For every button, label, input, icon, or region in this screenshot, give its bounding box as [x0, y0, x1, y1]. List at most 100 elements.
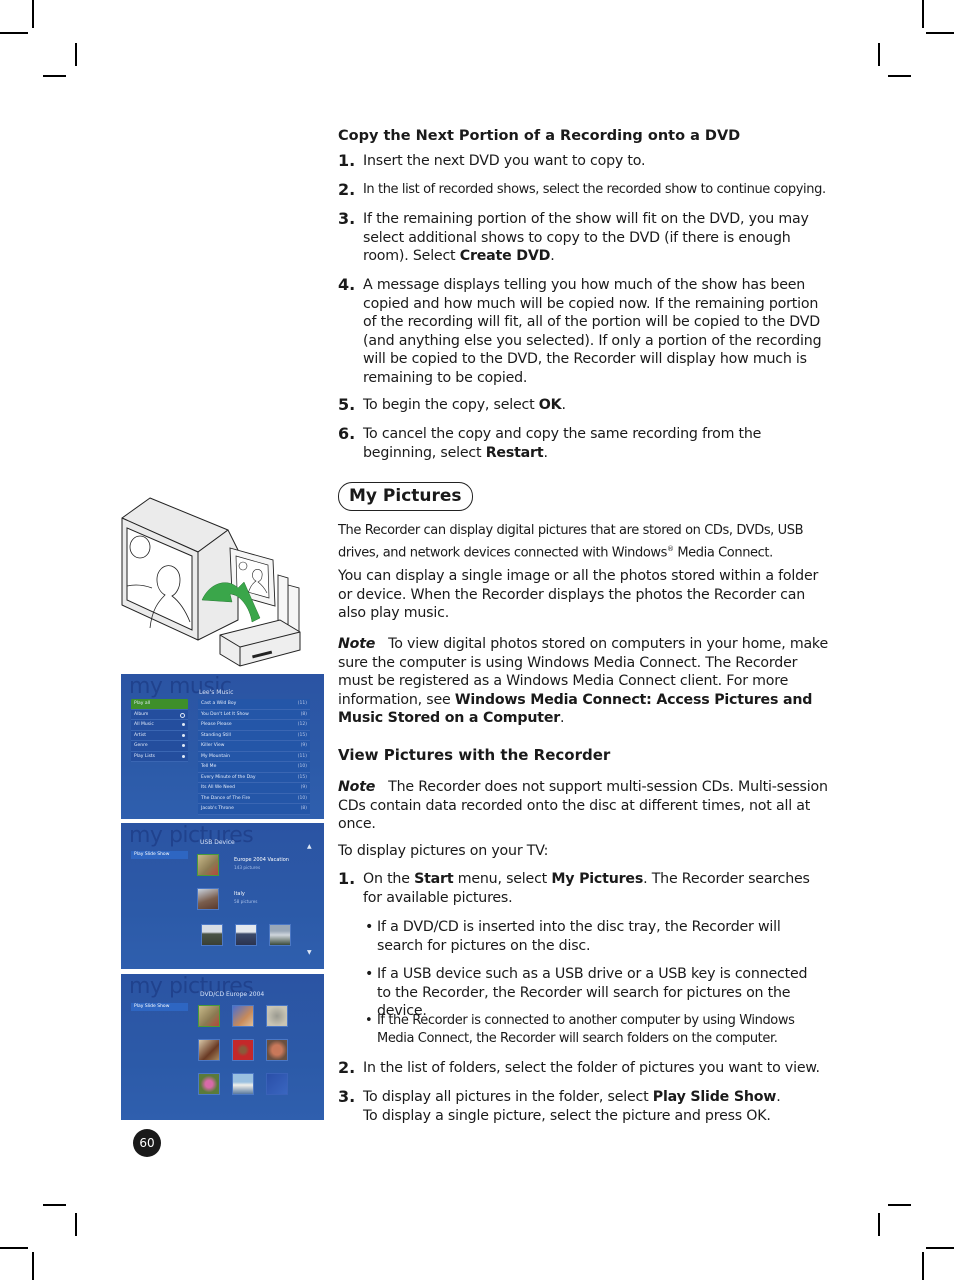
folder-thumbnail[interactable] [197, 854, 219, 876]
text-run: To cancel the copy and copy the same rec… [363, 426, 762, 461]
text-run: . [560, 710, 565, 726]
section-title-my-pictures: My Pictures [338, 482, 473, 511]
list-item[interactable]: Jacob's Throne (8) [198, 804, 310, 815]
note-label: Note [338, 779, 376, 795]
folder-thumbnail[interactable] [197, 888, 219, 910]
registered-mark: ® [667, 545, 674, 553]
folder-count: 58 pictures [234, 899, 258, 904]
photo-thumbnail[interactable] [201, 924, 223, 946]
menu-item-play-lists[interactable]: Play Lists [131, 751, 188, 762]
crop-mark [878, 43, 880, 66]
photo-thumbnail[interactable] [232, 1039, 254, 1061]
song-title: My Mountain [201, 753, 230, 759]
bullet-text: If a DVD/CD is inserted into the disc tr… [377, 919, 781, 954]
menu-item-genre[interactable]: Genre [131, 741, 188, 752]
crop-mark [878, 1213, 880, 1236]
song-title: Jacob's Throne [201, 806, 234, 811]
menu-item-artist[interactable]: Artist [131, 730, 188, 741]
text-run: Media Connect. [673, 545, 773, 561]
bullet-item: • If a DVD/CD is inserted into the disc t… [365, 918, 825, 955]
text-run: . [550, 248, 555, 264]
list-item[interactable]: Killer View (9) [198, 741, 310, 752]
step-text: In the list of folders, select the folde… [363, 1060, 820, 1076]
song-count: (11) [297, 753, 307, 759]
song-count: (9) [300, 785, 307, 790]
song-title: Standing Still [201, 732, 231, 738]
song-title: Its All We Need [201, 785, 236, 790]
step-number: 6. [338, 424, 356, 443]
recorder-box [219, 619, 301, 667]
photo-thumbnail[interactable] [235, 924, 257, 946]
photo-thumbnail[interactable] [266, 1039, 288, 1061]
text-run: . [543, 444, 548, 461]
list-item[interactable]: Standing Still (15) [198, 730, 310, 741]
step-text: A message displays telling you how much … [363, 277, 822, 386]
step-number: 5. [338, 395, 356, 414]
list-item[interactable]: You Don't Let It Show (8) [198, 709, 310, 720]
intro-paragraph: The Recorder can display digital picture… [338, 522, 828, 562]
note-wmc: Note To view digital photos stored on co… [338, 635, 828, 728]
text-run: On the [363, 871, 415, 887]
step-number: 3. [338, 1087, 356, 1106]
list-item[interactable]: Please Please (12) [198, 720, 310, 731]
list-item[interactable]: Tell Me (10) [198, 762, 310, 773]
play-slide-show-button[interactable]: Play Slide Show [131, 851, 188, 859]
menu-item-album[interactable]: Album [131, 709, 188, 720]
radio-icon [182, 744, 185, 747]
bullet-text: If the Recorder is connected to another … [377, 1013, 795, 1046]
crop-mark [926, 32, 954, 34]
photo-thumbnail[interactable] [198, 1039, 220, 1061]
text-run: To display all pictures in the folder, s… [363, 1089, 653, 1105]
song-count: (12) [297, 722, 307, 727]
step-text: In the list of recorded shows, select th… [363, 182, 826, 197]
lead-sentence: To display pictures on your TV: [338, 843, 549, 859]
song-count: (15) [297, 774, 307, 780]
bullet-item: • If the Recorder is connected to another… [365, 1012, 825, 1048]
scroll-down-icon[interactable]: ▼ [307, 949, 312, 956]
menu-item-play-all[interactable]: Play all [131, 699, 188, 710]
crop-mark [32, 1252, 34, 1280]
subheading-view-pictures: View Pictures with the Recorder [338, 746, 611, 764]
crop-mark [0, 32, 28, 34]
play-slide-show-button[interactable]: Play Slide Show [131, 1003, 188, 1011]
menu-item-all-music[interactable]: All Music [131, 720, 188, 731]
ui-term: OK [538, 397, 562, 413]
list-item[interactable]: Every Minute of the Day (15) [198, 772, 310, 783]
photo-thumbnail[interactable] [266, 1005, 288, 1027]
crop-mark [922, 1252, 924, 1280]
screen-subtitle: Lee's Music [199, 689, 234, 696]
crop-mark [0, 1247, 28, 1249]
photo-thumbnail[interactable] [232, 1073, 254, 1095]
list-item[interactable]: My Mountain (11) [198, 751, 310, 762]
step-number: 1. [338, 869, 356, 888]
list-item[interactable]: Cast a Wild Boy (11) [198, 699, 310, 710]
scroll-up-icon[interactable]: ▲ [307, 843, 312, 850]
list-item[interactable]: Its All We Need (9) [198, 783, 310, 794]
folder-count: 143 pictures [234, 865, 261, 870]
song-list: Cast a Wild Boy (11) You Don't Let It Sho… [198, 699, 310, 815]
bullet-icon: • [365, 1013, 373, 1028]
text-run: If the remaining portion of the show wil… [363, 211, 809, 264]
camera-placeholder-icon[interactable] [266, 1073, 288, 1095]
crop-mark [43, 1204, 66, 1206]
paragraph: You can display a single image or all th… [338, 568, 819, 621]
photo-thumbnail[interactable] [198, 1073, 220, 1095]
song-count: (9) [300, 743, 307, 748]
folder-name: Europe 2004 Vacation [234, 857, 289, 863]
photo-frame-middle [277, 574, 289, 626]
song-title: The Dance of The Fire [201, 795, 251, 801]
ui-term: My Pictures [551, 871, 644, 887]
step-text: If the remaining portion of the show wil… [363, 210, 828, 266]
text-run: To begin the copy, select [363, 397, 539, 413]
radio-icon [180, 712, 185, 718]
photo-thumbnail[interactable] [232, 1005, 254, 1027]
text-run: . [776, 1089, 781, 1105]
photo-thumbnail[interactable] [198, 1005, 220, 1027]
menu-label: Album [134, 711, 149, 717]
crop-mark [75, 43, 77, 66]
song-title: Every Minute of the Day [201, 774, 256, 780]
radio-icon [182, 723, 185, 726]
crop-mark [922, 0, 924, 28]
list-item[interactable]: The Dance of The Fire (10) [198, 793, 310, 804]
photo-thumbnail[interactable] [269, 924, 291, 946]
